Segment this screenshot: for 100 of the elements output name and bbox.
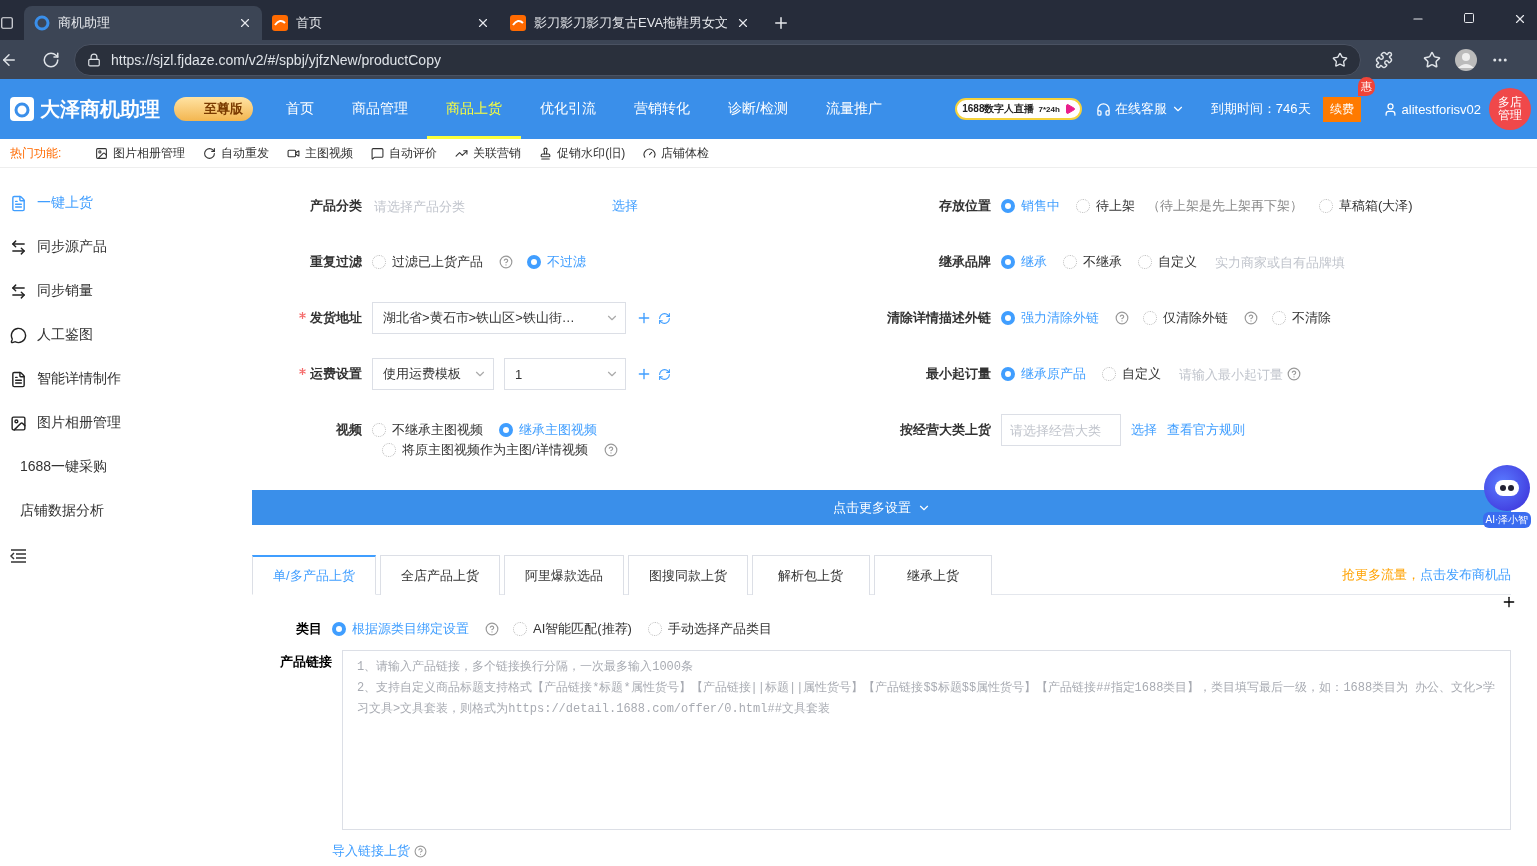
refresh-icon[interactable] xyxy=(658,311,671,325)
hot-feature-link[interactable]: 关联营销 xyxy=(455,144,522,162)
lock-icon[interactable] xyxy=(87,52,101,67)
category-field[interactable]: 请选择经营大类 xyxy=(1001,414,1121,446)
dropdown[interactable]: 1 xyxy=(504,358,626,390)
menu-icon xyxy=(10,326,27,344)
field-label: 重复过滤 xyxy=(309,253,363,271)
radio-option[interactable]: AI智能匹配(推荐) xyxy=(513,620,632,638)
reload-icon[interactable] xyxy=(42,50,60,69)
hot-feature-link[interactable]: 图片相册管理 xyxy=(95,144,186,162)
collapse-icon[interactable] xyxy=(10,549,26,563)
menu-icon xyxy=(10,238,27,256)
field-label: 存放位置 xyxy=(938,197,992,215)
feature-icon xyxy=(539,146,553,160)
field-label: 产品链接 xyxy=(279,653,332,671)
field-label: 发货地址 xyxy=(252,309,372,327)
radio-option[interactable]: 不清除 xyxy=(1272,309,1331,327)
browser-tab[interactable]: 影刀影刀影刀复古EVA拖鞋男女文 xyxy=(500,6,761,40)
assistant-icon[interactable] xyxy=(1484,465,1530,511)
edition-badge: 至尊版 xyxy=(174,97,253,121)
sidebar-item[interactable]: 店铺数据分析 xyxy=(0,489,252,533)
help-icon[interactable] xyxy=(414,844,427,858)
radio-option[interactable]: 自定义 xyxy=(1138,253,1197,271)
add-icon[interactable] xyxy=(1501,594,1517,610)
help-icon[interactable] xyxy=(1115,311,1129,325)
browser-tab[interactable]: 商机助理 xyxy=(24,6,262,40)
category-field[interactable]: 请选择产品分类 xyxy=(372,197,612,215)
close-icon[interactable] xyxy=(476,16,490,30)
radio-option[interactable]: 不继承主图视频 xyxy=(372,421,483,439)
sidebar-item[interactable]: 同步源产品 xyxy=(0,225,252,269)
close-icon[interactable] xyxy=(1513,12,1527,26)
refresh-icon[interactable] xyxy=(658,367,671,381)
favorites-icon[interactable] xyxy=(1423,50,1441,69)
headset-icon[interactable] xyxy=(1095,101,1111,117)
dropdown[interactable]: 湖北省>黄石市>铁山区>铁山街… xyxy=(372,302,626,334)
field-label: 继承品牌 xyxy=(938,253,992,271)
tab[interactable]: 阿里爆款选品 xyxy=(503,555,624,595)
help-icon[interactable] xyxy=(1287,367,1301,381)
multi-store-button[interactable]: 多店管理 xyxy=(1489,88,1531,130)
text-field[interactable]: 请输入最小起订量 xyxy=(1177,365,1287,383)
menu-icon xyxy=(10,194,27,212)
help-icon[interactable] xyxy=(499,255,513,269)
hot-feature-link[interactable]: 促销水印(旧) xyxy=(539,144,626,162)
field-label: 清除详情描述外链 xyxy=(886,309,992,327)
tab[interactable]: 全店产品上货 xyxy=(379,555,500,595)
radio-option[interactable]: 待上架 xyxy=(1076,197,1135,215)
hot-label: 热门功能: xyxy=(10,144,62,162)
close-icon[interactable] xyxy=(238,16,252,30)
assistant-label: AI·泽小智 xyxy=(1482,512,1532,528)
play-icon xyxy=(1063,103,1076,115)
menu-icon xyxy=(10,370,27,388)
dropdown[interactable]: 使用运费模板 xyxy=(372,358,494,390)
help-icon[interactable] xyxy=(603,443,618,457)
sidebar-item[interactable]: 1688一键采购 xyxy=(0,445,252,489)
app-title: 大泽商机助理 xyxy=(40,96,160,122)
radio-option[interactable]: 过滤已上货产品 xyxy=(372,253,483,271)
sidebar-item[interactable]: 智能详情制作 xyxy=(0,357,252,401)
promo-text: 抢更多流量，点击发布商机品 xyxy=(1342,565,1511,584)
user-icon[interactable] xyxy=(1382,101,1398,117)
sidebar-item[interactable]: 同步销量 xyxy=(0,269,252,313)
field-label: 类目 xyxy=(295,620,322,638)
tab[interactable]: 图搜同款上货 xyxy=(627,555,748,595)
site-icon xyxy=(510,15,526,31)
hot-feature-link[interactable]: 自动评价 xyxy=(371,144,438,162)
feature-icon xyxy=(203,146,217,160)
browser-tab[interactable]: 首页 xyxy=(262,6,500,40)
text-field[interactable]: 实力商家或自有品牌填 xyxy=(1213,253,1363,271)
hot-feature-link[interactable]: 主图视频 xyxy=(287,144,354,162)
field-label: 按经营大类上货 xyxy=(899,421,992,439)
hot-feature-link[interactable]: 店铺体检 xyxy=(643,144,710,162)
feature-icon xyxy=(371,146,385,160)
window-icon[interactable] xyxy=(0,16,14,30)
app-icon xyxy=(34,15,50,31)
field-label: 产品分类 xyxy=(309,197,363,215)
radio-option[interactable]: 不继承 xyxy=(1063,253,1122,271)
avatar-icon[interactable] xyxy=(1455,48,1477,71)
feature-icon xyxy=(95,146,109,160)
logo-icon xyxy=(10,97,34,121)
help-icon[interactable] xyxy=(1244,311,1258,325)
tab[interactable]: 继承上货 xyxy=(873,555,992,595)
hot-feature-link[interactable]: 自动重发 xyxy=(203,144,270,162)
radio-option[interactable]: 仅清除外链 xyxy=(1143,309,1228,327)
radio-option[interactable]: 自定义 xyxy=(1102,365,1161,383)
radio-option[interactable]: 草稿箱(大泽) xyxy=(1319,197,1413,215)
sidebar-item[interactable]: 图片相册管理 xyxy=(0,401,252,445)
required-icon xyxy=(299,368,306,375)
tab[interactable]: 解析包上货 xyxy=(751,555,870,595)
sidebar-item[interactable]: 人工鉴图 xyxy=(0,313,252,357)
help-icon[interactable] xyxy=(485,622,499,636)
address-bar[interactable]: https://sjzl.fjdaze.com/v2/#/spbj/yjfzNew/productCopy xyxy=(74,43,1361,76)
live-button[interactable]: 1688数字人直播 7*24h xyxy=(955,98,1082,120)
extensions-icon[interactable] xyxy=(1375,50,1393,69)
maximize-icon[interactable] xyxy=(1463,12,1475,24)
favorite-icon[interactable] xyxy=(1332,51,1348,68)
site-icon xyxy=(272,15,288,31)
radio-option[interactable]: 手动选择产品类目 xyxy=(647,620,772,638)
field-label: 最小起订量 xyxy=(925,365,992,383)
radio-option[interactable]: 将原主图视频作为主图/详情视频 xyxy=(382,441,588,459)
menu-icon xyxy=(10,282,27,300)
links-input-field[interactable]: 1、请输入产品链接，多个链接换行分隔，一次最多输入1000条 2、支持自定义商品标题支持格式【产品链接*标题*属性货号】【产品链接||标题||属性货号】【产品链接$$标题$$属性货号】【产品链接##指定1688类目】，类目填写最后一级，如：1688类目为 办公、文化>学习文具>文具套装，则格式为https://detail.1688.com/offer/0.html##文具套装 xyxy=(342,650,1511,830)
